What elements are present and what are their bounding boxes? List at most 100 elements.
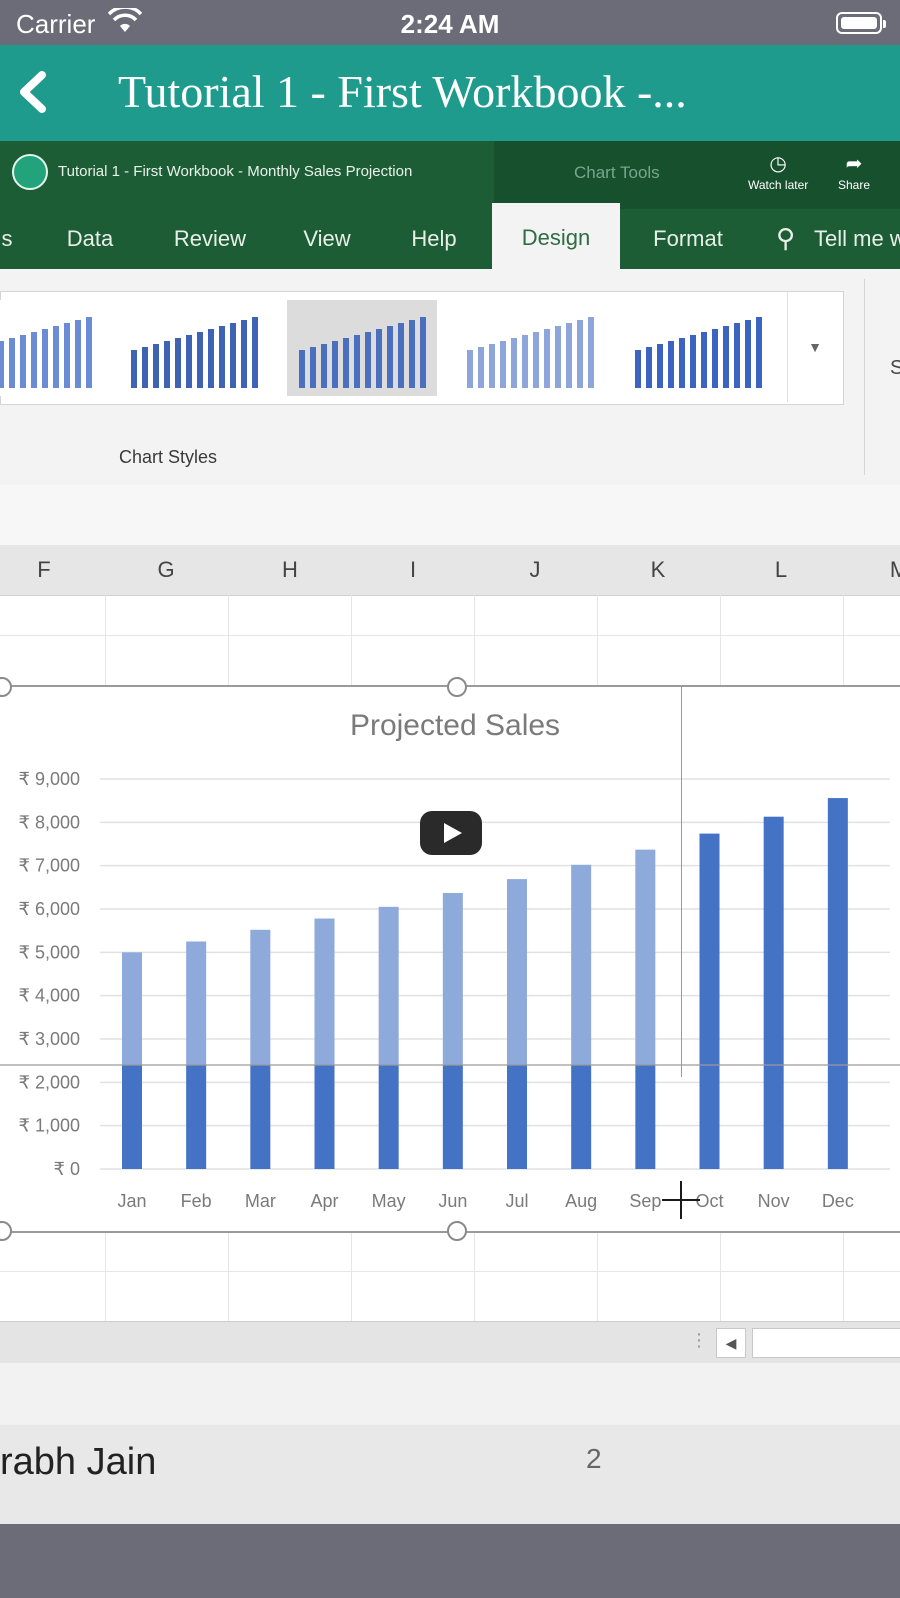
chart-styles-label: Chart Styles <box>119 447 218 467</box>
bar-base-sep[interactable] <box>635 1065 656 1169</box>
watch-later-label: Watch later <box>748 178 809 192</box>
tell-me-field[interactable]: Tell me w <box>814 209 900 269</box>
thumbnail-bar <box>20 335 26 388</box>
bar-feb[interactable] <box>186 941 207 1066</box>
thumbnail-bar <box>522 335 528 388</box>
chart-area[interactable]: Projected Sales ₹ 9,000 ₹ 8,000 ₹ 7,000 ₹ 6… <box>0 685 900 1233</box>
tab-view[interactable]: View <box>290 209 364 269</box>
chart-style-4[interactable] <box>455 300 605 396</box>
y-tick-label: ₹ 7,000 <box>19 856 81 876</box>
clock: 2:24 AM <box>400 9 500 39</box>
excel-title-bar: Tutorial 1 - First Workbook - Monthly Sa… <box>0 141 900 209</box>
column-header-g[interactable]: G <box>105 545 227 595</box>
tab-help[interactable]: Help <box>398 209 470 269</box>
thumbnail-bar <box>53 326 59 388</box>
bar-sep[interactable] <box>635 849 656 1065</box>
thumbnail-bar <box>657 344 663 388</box>
x-tick-label: Jul <box>505 1191 528 1211</box>
x-tick-label: May <box>372 1191 406 1211</box>
bar-mar[interactable] <box>250 929 271 1065</box>
thumbnail-bar <box>142 347 148 388</box>
share-button[interactable]: ➦ Share <box>838 151 870 192</box>
bar-jun[interactable] <box>442 892 463 1065</box>
x-tick-label: Sep <box>629 1191 661 1211</box>
thumbnail-bar <box>153 344 159 388</box>
video-player[interactable]: Tutorial 1 - First Workbook - Monthly Sa… <box>0 141 900 1524</box>
watch-later-button[interactable]: ◷ Watch later <box>748 151 808 192</box>
resize-handle[interactable] <box>447 677 467 697</box>
ribbon-cut-label: S <box>890 357 900 379</box>
bar-base-jan[interactable] <box>122 1065 142 1169</box>
bar-aug[interactable] <box>571 864 592 1065</box>
x-tick-label: Jan <box>117 1191 146 1211</box>
thumbnail-bar <box>478 347 484 388</box>
chart-style-2[interactable] <box>119 300 269 396</box>
bar-base-mar[interactable] <box>250 1065 271 1169</box>
column-header-f[interactable]: F <box>0 545 105 595</box>
chart-style-1[interactable] <box>0 300 103 396</box>
thumbnail-bar <box>511 338 517 388</box>
chart-tools-label: Chart Tools <box>574 163 660 182</box>
y-tick-label: ₹ 1,000 <box>19 1116 81 1136</box>
bar-dec[interactable] <box>827 798 848 1169</box>
channel-logo-icon[interactable] <box>12 154 48 190</box>
scroll-left-button[interactable]: ◀ <box>716 1328 746 1358</box>
back-button[interactable] <box>14 67 54 117</box>
thumbnail-bar <box>756 317 762 388</box>
thumbnail-bar <box>230 323 236 388</box>
video-lower-strip <box>0 1363 900 1425</box>
thumbnail-bar <box>745 320 751 388</box>
column-header-h[interactable]: H <box>229 545 351 595</box>
page-title: Tutorial 1 - First Workbook -... <box>118 66 687 117</box>
tab-design[interactable]: Design <box>492 203 620 269</box>
thumbnail-bar <box>131 350 137 388</box>
y-tick-label: ₹ 4,000 <box>19 986 81 1006</box>
x-tick-label: Feb <box>181 1191 212 1211</box>
chart-plot: ₹ 9,000 ₹ 8,000 ₹ 7,000 ₹ 6,000 ₹ 5,000 ₹ 4,0… <box>0 769 900 1211</box>
crosshair-cursor-icon <box>662 1199 700 1201</box>
thumbnail-bar <box>9 338 15 388</box>
bar-jul[interactable] <box>507 879 527 1065</box>
bar-jan[interactable] <box>122 952 142 1065</box>
bar-base-apr[interactable] <box>314 1065 335 1169</box>
x-tick-label: Jun <box>438 1191 467 1211</box>
thumbnail-bar <box>690 335 696 388</box>
bar-base-may[interactable] <box>378 1065 399 1169</box>
thumbnail-bar <box>398 323 404 388</box>
resize-handle[interactable] <box>447 1221 467 1241</box>
thumbnail-bar <box>219 326 225 388</box>
thumbnail-bar <box>241 320 247 388</box>
ribbon-separator <box>864 279 865 475</box>
thumbnail-bar <box>409 320 415 388</box>
gallery-more-button[interactable]: ▼ <box>787 292 842 402</box>
column-header-l[interactable]: L <box>720 545 842 595</box>
thumbnail-bar <box>701 332 707 388</box>
play-icon[interactable] <box>420 811 482 855</box>
y-tick-label: ₹ 8,000 <box>19 812 81 832</box>
bar-apr[interactable] <box>314 918 335 1065</box>
gridline <box>0 1271 900 1272</box>
thumbnail-bar <box>566 323 572 388</box>
bar-oct[interactable] <box>699 833 720 1169</box>
bar-may[interactable] <box>378 906 399 1065</box>
chart-style-5[interactable] <box>623 300 773 396</box>
column-header-k[interactable]: K <box>597 545 719 595</box>
chart-style-3[interactable] <box>287 300 437 396</box>
column-header-m[interactable]: M <box>884 545 900 595</box>
bar-base-aug[interactable] <box>571 1065 592 1169</box>
tab-cut[interactable]: s <box>0 209 14 269</box>
clock-icon: ◷ <box>769 153 787 175</box>
tab-review[interactable]: Review <box>160 209 260 269</box>
column-header-i[interactable]: I <box>352 545 474 595</box>
bar-base-jul[interactable] <box>507 1065 527 1169</box>
author-name: rabh Jain <box>0 1441 157 1483</box>
split-handle-icon[interactable]: ⋮ <box>690 1330 708 1351</box>
tab-format[interactable]: Format <box>618 209 758 269</box>
bar-base-feb[interactable] <box>186 1065 207 1169</box>
bar-base-jun[interactable] <box>442 1065 463 1169</box>
tab-data[interactable]: Data <box>50 209 130 269</box>
bar-nov[interactable] <box>763 816 784 1169</box>
horizontal-scrollbar[interactable] <box>752 1328 900 1358</box>
column-header-j[interactable]: J <box>474 545 596 595</box>
thumbnail-bar <box>387 326 393 388</box>
